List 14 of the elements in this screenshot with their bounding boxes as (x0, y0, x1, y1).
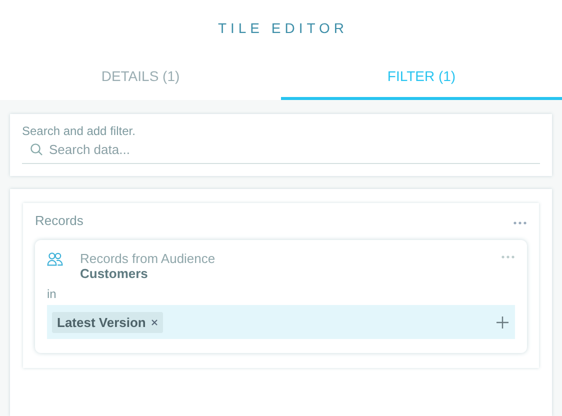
people-icon (47, 252, 63, 266)
tag-field[interactable]: Latest Version (47, 305, 515, 339)
tab[interactable]: DETAILS (1) (0, 55, 281, 100)
group-title: Records (35, 213, 84, 228)
window-title: TILE EDITOR (216, 20, 348, 36)
operator-label: in (47, 287, 58, 301)
add-icon[interactable] (496, 316, 509, 328)
search-label: Search and add filter. (22, 124, 136, 138)
search-icon (30, 143, 43, 156)
tag-label: Latest Version (57, 314, 146, 330)
more-icon[interactable] (513, 220, 527, 224)
filter-title: Records from Audience (80, 251, 216, 266)
audience-name: Customers (80, 266, 149, 281)
remove-icon[interactable] (150, 318, 158, 326)
